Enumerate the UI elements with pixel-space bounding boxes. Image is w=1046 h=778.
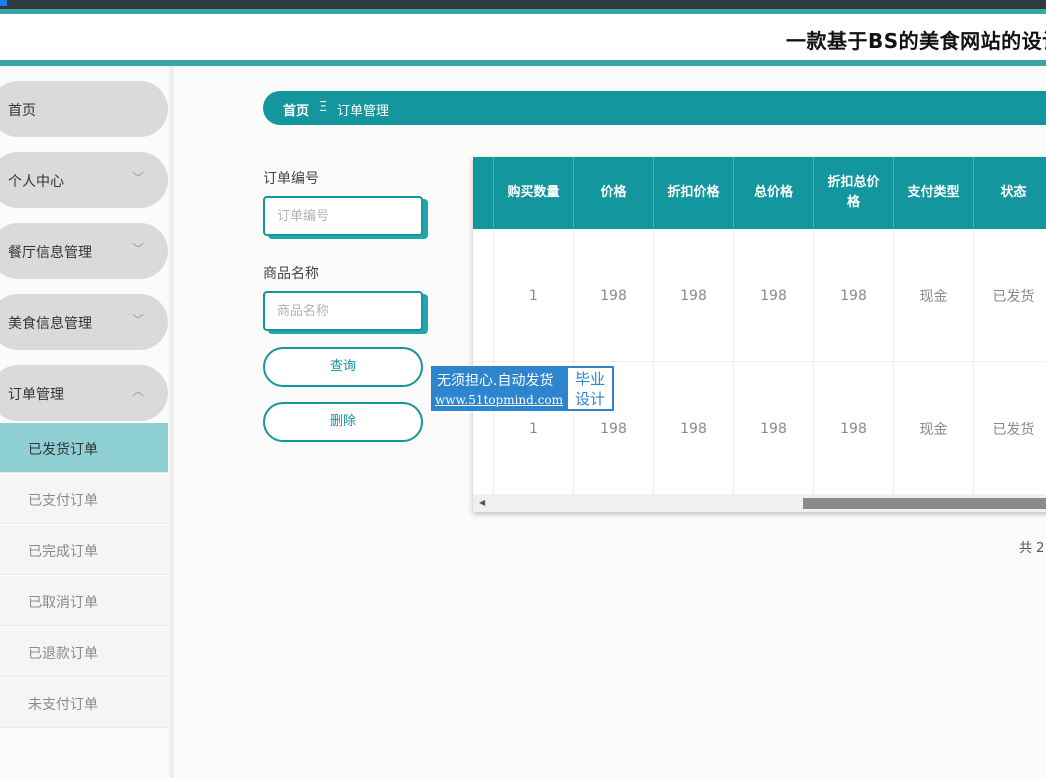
submenu-item-paid-orders[interactable]: 已支付订单 xyxy=(0,474,168,524)
window-icon xyxy=(0,0,7,6)
table-cell: 198 xyxy=(814,362,894,495)
submenu-item-label: 已退款订单 xyxy=(28,646,98,662)
table-header-cell: 折扣价格 xyxy=(654,157,734,229)
table-cell: 198 xyxy=(814,229,894,362)
horizontal-scrollbar[interactable]: ◀ xyxy=(473,495,1046,512)
chevron-down-icon: ﹀ xyxy=(132,242,145,256)
table-header-cell xyxy=(473,157,494,229)
submenu-item-shipped-orders[interactable]: 已发货订单 xyxy=(0,423,168,473)
pagination-total: 共 2 xyxy=(1019,541,1045,556)
browser-top-bar xyxy=(0,0,1046,14)
sidebar-item-home[interactable]: 首页 xyxy=(0,81,168,137)
table-header-cell: 价格 xyxy=(574,157,654,229)
submenu-item-completed-orders[interactable]: 已完成订单 xyxy=(0,525,168,575)
product-name-input[interactable] xyxy=(263,291,423,331)
sidebar-item-label: 个人中心 xyxy=(8,174,64,190)
chevron-down-icon: ﹀ xyxy=(132,313,145,327)
chevron-up-icon: ︿ xyxy=(132,384,145,398)
breadcrumb: 首页 Ξ 订单管理 xyxy=(263,91,1046,125)
table-cell: 198 xyxy=(734,229,814,362)
table-cell: 198 xyxy=(654,229,734,362)
submenu-item-label: 未支付订单 xyxy=(28,697,98,713)
chevron-down-icon: ﹀ xyxy=(132,171,145,185)
breadcrumb-home[interactable]: 首页 xyxy=(283,100,309,119)
submenu-item-unpaid-orders[interactable]: 未支付订单 xyxy=(0,678,168,728)
query-button[interactable]: 查询 xyxy=(263,347,423,387)
table-cell xyxy=(473,229,494,362)
sidebar-item-label: 订单管理 xyxy=(8,387,64,403)
table-cell: 现金 xyxy=(894,229,974,362)
table-header-cell: 购买数量 xyxy=(494,157,574,229)
table-header-cell: 总价格 xyxy=(734,157,814,229)
watermark-badge-line2: 设计 xyxy=(574,390,605,408)
sidebar-item-personal-center[interactable]: 个人中心 ﹀ xyxy=(0,152,168,208)
sidebar-item-label: 餐厅信息管理 xyxy=(8,245,92,261)
orders-table: 购买数量 价格 折扣价格 总价格 折扣总价格 支付类型 状态 1 198 198… xyxy=(473,157,1046,512)
sidebar: 首页 个人中心 ﹀ 餐厅信息管理 ﹀ 美食信息管理 ﹀ 订单管理 ︿ 已发货订单… xyxy=(0,66,174,778)
sidebar-item-label: 美食信息管理 xyxy=(8,316,92,332)
table-header-cell: 支付类型 xyxy=(894,157,974,229)
order-number-input[interactable] xyxy=(263,196,423,236)
watermark-url: www.51topmind.com xyxy=(435,393,563,407)
sidebar-item-food-info[interactable]: 美食信息管理 ﹀ xyxy=(0,294,168,350)
site-title: 一款基于BS的美食网站的设计 xyxy=(786,29,1046,53)
watermark-badge-line1: 毕业 xyxy=(574,370,605,388)
breadcrumb-separator-icon: Ξ xyxy=(319,100,328,115)
table-row[interactable]: 1 198 198 198 198 现金 已发货 xyxy=(473,229,1046,362)
product-name-label: 商品名称 xyxy=(263,266,319,282)
table-cell: 现金 xyxy=(894,362,974,495)
submenu-item-cancelled-orders[interactable]: 已取消订单 xyxy=(0,576,168,626)
scroll-left-icon[interactable]: ◀ xyxy=(479,498,485,507)
submenu-item-label: 已支付订单 xyxy=(28,493,98,509)
scrollbar-thumb[interactable] xyxy=(803,498,1046,509)
watermark-badge: 毕业 设计 xyxy=(566,366,614,411)
table-cell: 198 xyxy=(734,362,814,495)
watermark-banner: 无须担心.自动发货 www.51topmind.com xyxy=(431,366,566,411)
watermark-slogan: 无须担心.自动发货 xyxy=(437,373,554,389)
submenu-item-label: 已完成订单 xyxy=(28,544,98,560)
order-number-label: 订单编号 xyxy=(263,171,319,187)
table-header-cell: 状态 xyxy=(974,157,1046,229)
table-cell: 198 xyxy=(654,362,734,495)
page-header: 一款基于BS的美食网站的设计 xyxy=(0,14,1046,66)
table-cell: 已发货 xyxy=(974,362,1046,495)
table-header: 购买数量 价格 折扣价格 总价格 折扣总价格 支付类型 状态 xyxy=(473,157,1046,229)
breadcrumb-current: 订单管理 xyxy=(337,104,390,119)
table-cell: 1 xyxy=(494,229,574,362)
sidebar-item-label: 首页 xyxy=(8,103,36,119)
submenu-item-label: 已发货订单 xyxy=(28,442,98,458)
submenu-item-label: 已取消订单 xyxy=(28,595,98,611)
table-cell: 198 xyxy=(574,229,654,362)
table-cell: 已发货 xyxy=(974,229,1046,362)
submenu-item-refunded-orders[interactable]: 已退款订单 xyxy=(0,627,168,677)
sidebar-item-order-management[interactable]: 订单管理 ︿ xyxy=(0,365,168,421)
sidebar-item-restaurant-info[interactable]: 餐厅信息管理 ﹀ xyxy=(0,223,168,279)
delete-button[interactable]: 删除 xyxy=(263,402,423,442)
watermark: 无须担心.自动发货 www.51topmind.com 毕业 设计 xyxy=(431,366,614,411)
table-header-cell: 折扣总价格 xyxy=(814,157,894,229)
